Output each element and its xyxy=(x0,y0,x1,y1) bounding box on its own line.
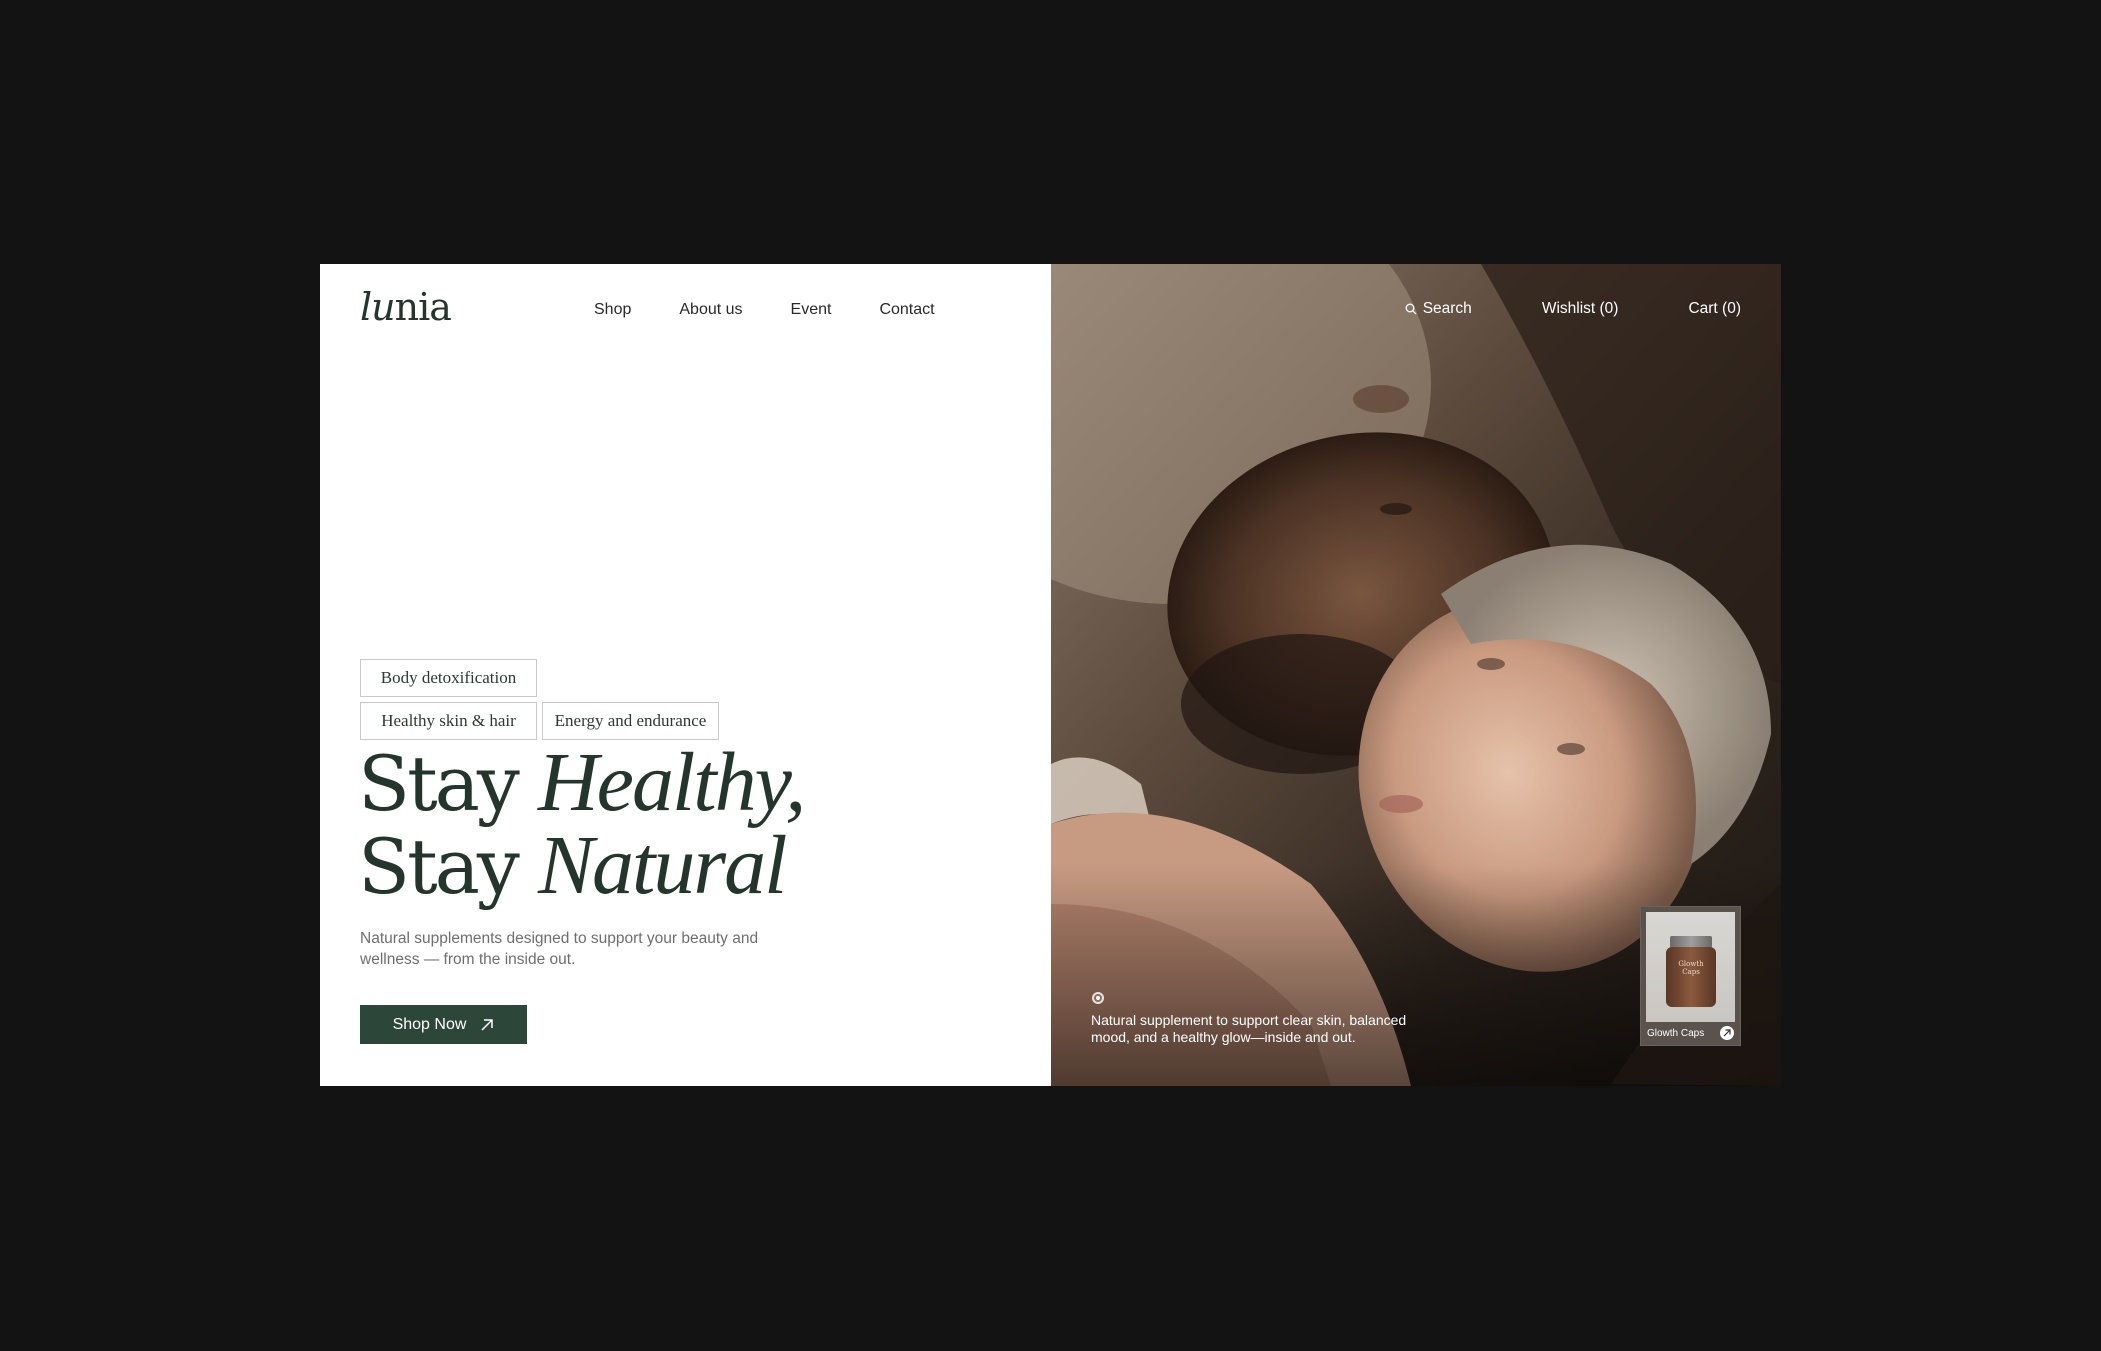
arrow-up-right-icon xyxy=(481,1018,494,1031)
cart-link[interactable]: Cart (0) xyxy=(1688,300,1741,318)
search-label: Search xyxy=(1422,300,1472,317)
headline-line1-emphasis: Healthy, xyxy=(538,736,806,829)
product-arrow-button[interactable] xyxy=(1720,1026,1734,1040)
arrow-up-right-icon xyxy=(1723,1029,1731,1037)
cart-label: Cart (0) xyxy=(1688,300,1741,317)
headline-line2-emphasis: Natural xyxy=(538,819,787,912)
headline-line2-prefix: Stay xyxy=(358,822,539,911)
tag-healthy-skin-hair[interactable]: Healthy skin & hair xyxy=(360,702,537,740)
wishlist-link[interactable]: Wishlist (0) xyxy=(1542,300,1619,318)
search-link[interactable]: Search xyxy=(1405,300,1472,318)
tag-energy-endurance[interactable]: Energy and endurance xyxy=(542,702,719,740)
main-nav: Shop About us Event Contact xyxy=(594,301,935,319)
hero-headline: Stay Healthy, Stay Natural xyxy=(358,739,806,911)
featured-product-card[interactable]: Glowth Caps Glowth Caps xyxy=(1640,906,1741,1046)
wishlist-label: Wishlist (0) xyxy=(1541,300,1619,317)
hero-subtext: Natural supplements designed to support … xyxy=(360,930,759,968)
jar-body xyxy=(1666,947,1716,1007)
tag-body-detoxification[interactable]: Body detoxification xyxy=(360,659,537,697)
hero-image-panel: Search Wishlist (0) Cart (0) Natural sup… xyxy=(1051,264,1781,1086)
shop-now-label: Shop Now xyxy=(392,1015,467,1033)
landing-page: lunia Shop About us Event Contact Body d… xyxy=(320,264,1781,1086)
shop-now-button[interactable]: Shop Now xyxy=(360,1005,527,1044)
brand-logo[interactable]: lunia xyxy=(360,285,452,329)
nav-item-contact[interactable]: Contact xyxy=(879,301,934,319)
hero-left-panel: lunia Shop About us Event Contact Body d… xyxy=(320,264,1051,1086)
logo-regular-part: nia xyxy=(394,285,452,329)
nav-item-event[interactable]: Event xyxy=(791,301,832,319)
utility-nav: Search Wishlist (0) Cart (0) xyxy=(1405,300,1741,318)
search-icon xyxy=(1405,303,1417,315)
slide-indicator[interactable] xyxy=(1092,992,1104,1004)
slide-caption: Natural supplement to support clear skin… xyxy=(1091,1012,1407,1045)
nav-item-shop[interactable]: Shop xyxy=(594,301,631,319)
product-name: Glowth Caps xyxy=(1647,1028,1705,1039)
nav-item-about-us[interactable]: About us xyxy=(679,301,742,319)
headline-line1-prefix: Stay xyxy=(358,739,539,828)
logo-italic-part: lu xyxy=(360,285,396,329)
product-image: Glowth Caps xyxy=(1646,912,1735,1022)
jar-label-text: Glowth Caps xyxy=(1678,960,1704,976)
